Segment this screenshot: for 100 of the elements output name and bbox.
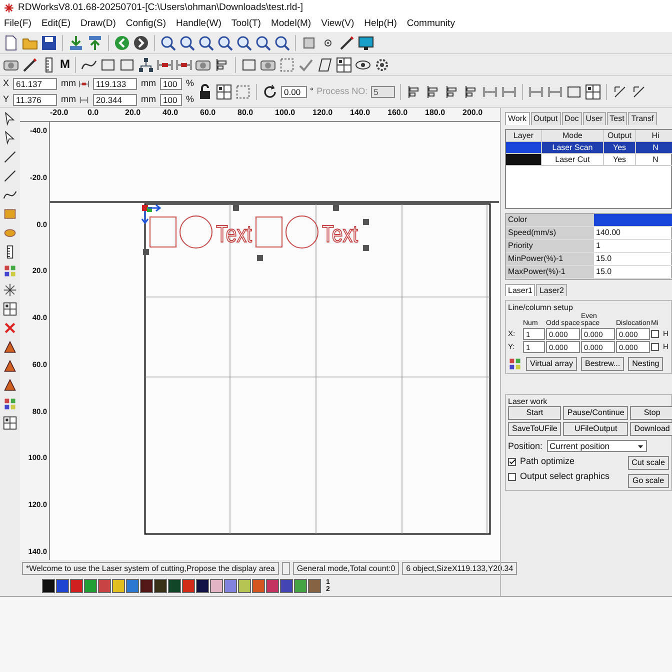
- menu-item[interactable]: View(V): [321, 18, 354, 30]
- array-button[interactable]: Bestrew...: [580, 356, 624, 371]
- layer-color[interactable]: [506, 142, 542, 154]
- selection-handle[interactable]: [333, 205, 339, 211]
- node-edit-icon[interactable]: [3, 131, 17, 145]
- selection-handle[interactable]: [257, 255, 263, 261]
- scale-field[interactable]: 100: [160, 94, 182, 106]
- save-icon[interactable]: [41, 34, 57, 50]
- color-swatch[interactable]: [154, 579, 167, 593]
- array-icon[interactable]: [3, 264, 17, 278]
- color-swatch[interactable]: [252, 579, 265, 593]
- grid-icon[interactable]: [3, 416, 17, 430]
- zoom-icon[interactable]: [179, 34, 195, 50]
- export-icon[interactable]: [87, 34, 103, 50]
- tree-icon[interactable]: [138, 56, 154, 72]
- color-grid-icon[interactable]: [3, 397, 17, 411]
- layer-color[interactable]: [506, 154, 542, 166]
- coordinate-field[interactable]: 11.376: [13, 94, 58, 106]
- scale-field[interactable]: 100: [160, 78, 182, 90]
- line-icon[interactable]: [3, 169, 17, 183]
- color-swatch[interactable]: [56, 579, 69, 593]
- zoom-icon[interactable]: [198, 34, 214, 50]
- rotation-field[interactable]: 0.00: [281, 86, 308, 98]
- menu-item[interactable]: Help(H): [364, 18, 397, 30]
- table-cell[interactable]: Laser Scan: [542, 142, 604, 154]
- selection-handle[interactable]: [363, 245, 369, 251]
- selection-handle[interactable]: [143, 249, 149, 255]
- square-icon[interactable]: [301, 34, 317, 50]
- laser-tab[interactable]: Laser1: [505, 284, 536, 296]
- color-swatch[interactable]: [84, 579, 97, 593]
- triangle-icon[interactable]: [3, 359, 17, 373]
- color-swatch[interactable]: [224, 579, 237, 593]
- color-swatch[interactable]: [168, 579, 181, 593]
- line-icon[interactable]: [3, 150, 17, 164]
- coordinate-field[interactable]: 61.137: [13, 78, 58, 90]
- color-swatch[interactable]: [280, 579, 293, 593]
- menu-item[interactable]: File(F): [4, 18, 32, 30]
- color-swatch[interactable]: [196, 579, 209, 593]
- laser-work-button[interactable]: Start: [508, 406, 562, 420]
- panel-tab[interactable]: Work: [505, 112, 530, 125]
- size-field[interactable]: 119.133: [93, 78, 138, 90]
- triangle-icon[interactable]: [3, 340, 17, 354]
- import-icon[interactable]: [68, 34, 84, 50]
- panel-tab[interactable]: Test: [606, 112, 628, 125]
- color-swatch[interactable]: [70, 579, 83, 593]
- selection-handle[interactable]: [363, 219, 369, 225]
- property-value[interactable]: 140.00: [594, 226, 672, 240]
- pointer-icon[interactable]: [3, 112, 17, 126]
- menu-item[interactable]: Draw(D): [80, 18, 116, 30]
- zoom-icon[interactable]: [217, 34, 233, 50]
- scale-button[interactable]: Cut scale: [628, 456, 669, 470]
- table-cell[interactable]: Laser Cut: [542, 154, 604, 166]
- grid-icon[interactable]: [584, 84, 601, 100]
- corner-arrow-icon[interactable]: [612, 84, 628, 100]
- array-icon[interactable]: [508, 356, 522, 371]
- asterisk-icon[interactable]: [3, 283, 17, 297]
- parallelogram-icon[interactable]: [317, 56, 333, 72]
- checkbox[interactable]: [508, 472, 516, 481]
- color-swatch[interactable]: [126, 579, 139, 593]
- settings-icon[interactable]: [374, 56, 390, 72]
- color-swatch[interactable]: [98, 579, 111, 593]
- panel-tab[interactable]: Output: [530, 112, 561, 125]
- grid-icon[interactable]: [216, 84, 232, 100]
- laser-work-button[interactable]: Pause/Continue: [563, 406, 628, 420]
- new-document-icon[interactable]: [3, 34, 19, 50]
- rotate-icon[interactable]: [262, 84, 278, 100]
- zoom-icon[interactable]: [160, 34, 176, 50]
- menu-item[interactable]: Community: [406, 18, 455, 30]
- menu-item[interactable]: Config(S): [126, 18, 166, 30]
- menu-item[interactable]: Model(M): [270, 18, 312, 30]
- selection-handle[interactable]: [233, 205, 239, 211]
- rectangle-icon[interactable]: [119, 56, 135, 72]
- laser-work-button[interactable]: UFileOutput: [563, 422, 628, 436]
- triangle-icon[interactable]: [3, 378, 17, 392]
- color-swatch[interactable]: [238, 579, 251, 593]
- check-icon[interactable]: [298, 56, 314, 72]
- corner-arrow-icon[interactable]: [630, 84, 647, 100]
- ellipse-icon[interactable]: [3, 226, 17, 240]
- position-dropdown[interactable]: Current position: [546, 440, 647, 452]
- checkbox[interactable]: [651, 342, 659, 351]
- monitor-icon[interactable]: [358, 34, 374, 50]
- color-swatch[interactable]: [210, 579, 223, 593]
- pen-icon[interactable]: [22, 56, 38, 72]
- scale-button[interactable]: Go scale: [628, 474, 669, 488]
- pen-icon[interactable]: [339, 34, 355, 50]
- color-swatch[interactable]: [308, 579, 321, 593]
- zoom-icon[interactable]: [255, 34, 271, 50]
- width-icon[interactable]: [79, 78, 90, 88]
- array-button[interactable]: Virtual array: [526, 356, 577, 371]
- array-button[interactable]: Nesting: [628, 356, 664, 371]
- color-swatch[interactable]: [112, 579, 125, 593]
- panel-tab[interactable]: Transf: [628, 112, 657, 125]
- laser-work-button[interactable]: Download: [630, 422, 672, 436]
- checkbox[interactable]: [651, 330, 659, 338]
- color-swatch[interactable]: [42, 579, 55, 593]
- laser-tab[interactable]: Laser2: [536, 284, 567, 296]
- text-label[interactable]: M: [60, 57, 70, 72]
- menu-item[interactable]: Edit(E): [41, 18, 70, 30]
- panel-tab[interactable]: User: [582, 112, 606, 125]
- color-swatch[interactable]: [266, 579, 279, 593]
